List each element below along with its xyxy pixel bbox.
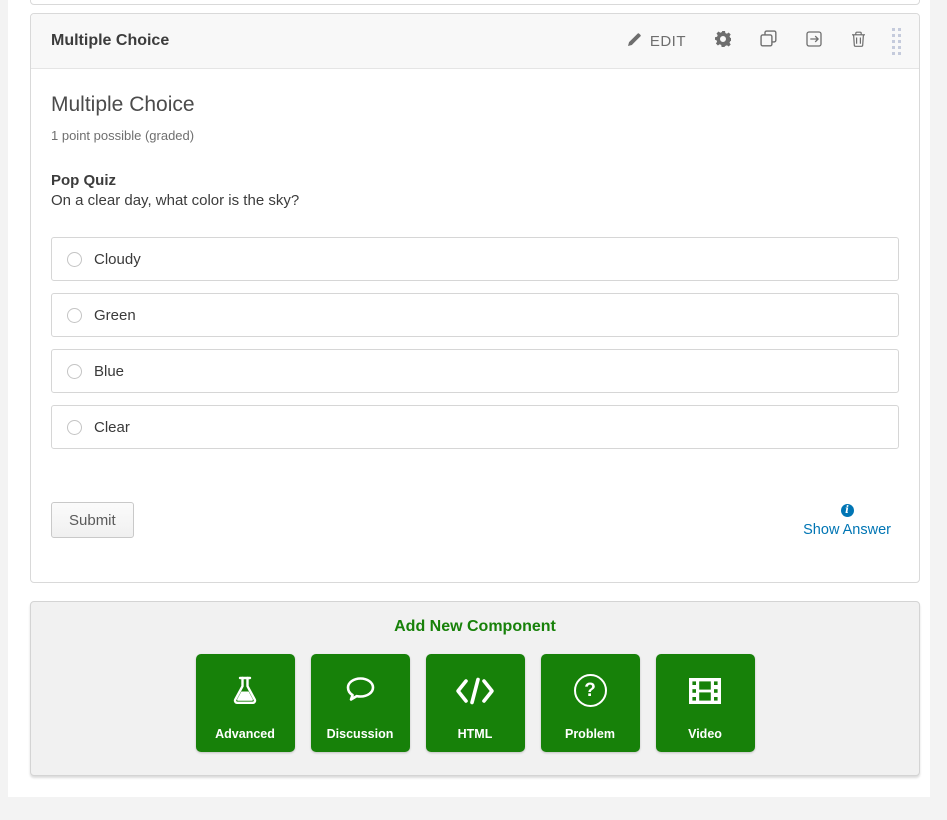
choice-option[interactable]: Clear	[51, 405, 899, 449]
show-answer-label: Show Answer	[803, 522, 891, 538]
component-button-label: HTML	[458, 727, 493, 741]
choice-label: Blue	[94, 363, 124, 380]
move-button[interactable]	[806, 31, 822, 52]
choice-label: Green	[94, 307, 136, 324]
choice-option[interactable]: Green	[51, 293, 899, 337]
component-actions: EDIT	[628, 28, 905, 55]
add-advanced-button[interactable]: Advanced	[196, 654, 295, 752]
radio-button[interactable]	[67, 308, 82, 323]
component-card-header: Multiple Choice EDIT	[31, 14, 919, 69]
show-answer-button[interactable]: i Show Answer	[803, 504, 891, 538]
component-type-buttons: Advanced Discussion HT	[31, 654, 919, 752]
component-button-label: Advanced	[215, 727, 275, 741]
question-block: Pop Quiz On a clear day, what color is t…	[51, 172, 899, 209]
edit-button[interactable]: EDIT	[628, 32, 686, 50]
info-icon: i	[841, 504, 854, 517]
pencil-icon	[628, 32, 642, 50]
component-button-label: Video	[688, 727, 722, 741]
previous-component-card-edge	[30, 0, 920, 5]
edit-button-label: EDIT	[650, 33, 686, 50]
settings-button[interactable]	[715, 31, 731, 52]
component-button-label: Problem	[565, 727, 615, 741]
trash-icon	[851, 31, 866, 52]
add-new-component-title: Add New Component	[31, 618, 919, 636]
radio-button[interactable]	[67, 420, 82, 435]
question-title: Pop Quiz	[51, 172, 899, 189]
speech-bubble-icon	[342, 654, 379, 727]
add-html-button[interactable]: HTML	[426, 654, 525, 752]
choice-option[interactable]: Cloudy	[51, 237, 899, 281]
move-icon	[806, 31, 822, 52]
problem-preview: Multiple Choice 1 point possible (graded…	[31, 69, 919, 583]
choice-list: Cloudy Green Blue Clear	[51, 237, 899, 449]
duplicate-button[interactable]	[760, 30, 777, 52]
drag-handle[interactable]	[892, 28, 901, 55]
component-title: Multiple Choice	[51, 32, 169, 50]
flask-icon	[227, 654, 263, 727]
duplicate-icon	[760, 30, 777, 52]
choice-label: Clear	[94, 419, 130, 436]
radio-button[interactable]	[67, 364, 82, 379]
add-video-button[interactable]: Video	[656, 654, 755, 752]
delete-button[interactable]	[851, 31, 866, 52]
add-problem-button[interactable]: ? Problem	[541, 654, 640, 752]
unit-content-area: Multiple Choice EDIT	[8, 0, 930, 797]
submit-button[interactable]: Submit	[51, 502, 134, 538]
add-new-component-panel: Add New Component Advanced	[30, 601, 920, 776]
points-text: 1 point possible (graded)	[51, 128, 899, 143]
add-discussion-button[interactable]: Discussion	[311, 654, 410, 752]
choice-label: Cloudy	[94, 251, 141, 268]
component-button-label: Discussion	[327, 727, 394, 741]
code-icon	[454, 654, 496, 727]
film-icon	[686, 654, 724, 727]
component-card-multiple-choice: Multiple Choice EDIT	[30, 13, 920, 583]
choice-option[interactable]: Blue	[51, 349, 899, 393]
gear-icon	[715, 31, 731, 52]
problem-actions: Submit i Show Answer	[51, 502, 899, 538]
question-text: On a clear day, what color is the sky?	[51, 192, 899, 209]
question-circle-icon: ?	[574, 654, 607, 727]
radio-button[interactable]	[67, 252, 82, 267]
problem-title: Multiple Choice	[51, 93, 899, 117]
